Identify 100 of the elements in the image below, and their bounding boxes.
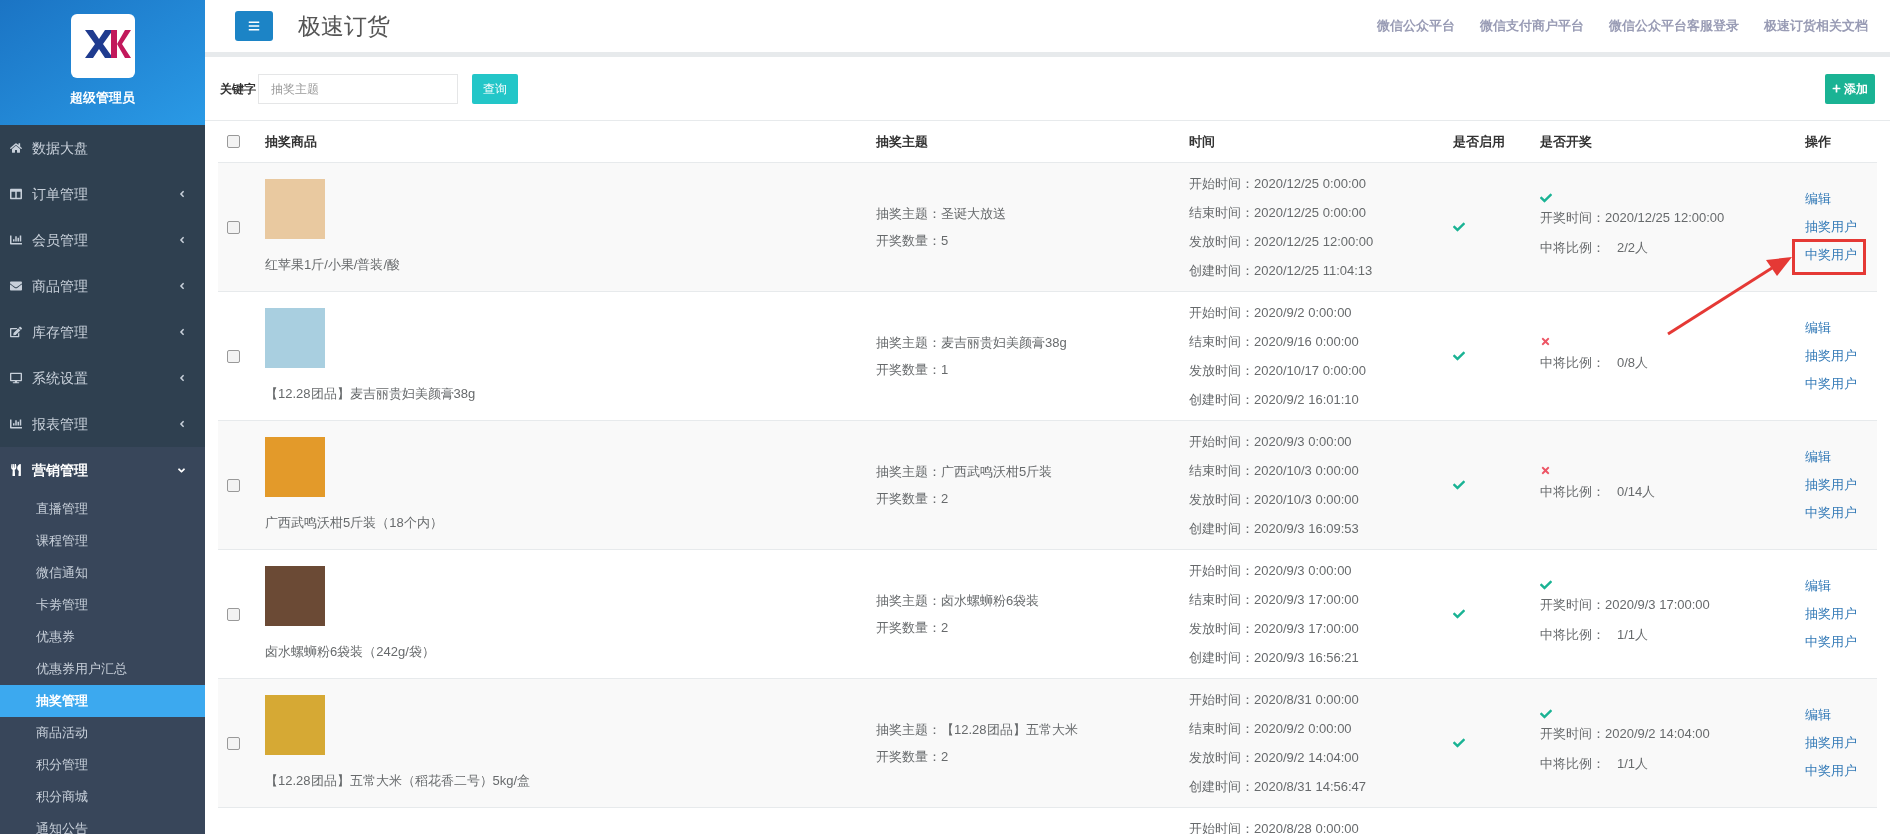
- field-label: 开奖时间：: [1540, 596, 1605, 614]
- sidebar-item[interactable]: 商品管理: [0, 263, 205, 309]
- column-header: 抽奖主题: [875, 132, 929, 151]
- menu-button[interactable]: [235, 11, 273, 41]
- sidebar-item[interactable]: 订单管理: [0, 171, 205, 217]
- header-link[interactable]: 微信支付商户平台: [1480, 16, 1584, 36]
- row-checkbox[interactable]: [227, 349, 240, 363]
- chevron-left-icon: [177, 235, 187, 245]
- time-label: 开始时间：: [1189, 562, 1254, 580]
- submenu-item[interactable]: 优惠券: [0, 621, 205, 653]
- sidebar-label: 库存管理: [32, 322, 89, 342]
- time-value: 2020/8/31 14:56:47: [1254, 778, 1367, 796]
- time-value: 2020/9/3 17:00:00: [1254, 620, 1359, 638]
- submenu-item[interactable]: 抽奖管理: [0, 685, 205, 717]
- draw-time-value: 2020/9/2 14:04:00: [1605, 725, 1710, 743]
- sidebar-item[interactable]: 报表管理: [0, 401, 205, 447]
- time-label: 结束时间：: [1189, 591, 1254, 609]
- time-value: 2020/9/2 0:00:00: [1254, 304, 1352, 322]
- action-link[interactable]: 编辑: [1805, 572, 1831, 600]
- row-checkbox[interactable]: [227, 736, 240, 750]
- ratio-value: 1/1人: [1617, 755, 1649, 773]
- action-link[interactable]: 中奖用户: [1805, 370, 1857, 398]
- time-label: 创建时间：: [1189, 649, 1254, 667]
- time-label: 开始时间：: [1189, 175, 1254, 193]
- select-all-checkbox[interactable]: [227, 135, 240, 148]
- field-label: 开奖时间：: [1540, 725, 1605, 743]
- field-label: 抽奖主题：: [876, 204, 941, 223]
- field-label: 开奖数量：: [876, 619, 941, 637]
- time-value: 2020/9/2 0:00:00: [1254, 720, 1352, 738]
- submenu-item[interactable]: 积分商城: [0, 781, 205, 813]
- submenu-item[interactable]: 商品活动: [0, 717, 205, 749]
- field-label: 中将比例：: [1540, 482, 1605, 501]
- logo-icon: [70, 14, 135, 78]
- submenu-item[interactable]: 卡劵管理: [0, 589, 205, 621]
- time-label: 发放时间：: [1189, 749, 1254, 767]
- time-label: 结束时间：: [1189, 720, 1254, 738]
- time-label: 发放时间：: [1189, 620, 1254, 638]
- action-link[interactable]: 抽奖用户: [1805, 729, 1857, 757]
- theme-value: 卤水螺蛳粉6袋装: [941, 591, 1040, 610]
- sidebar-item[interactable]: 系统设置: [0, 355, 205, 401]
- submenu-item[interactable]: 微信通知: [0, 557, 205, 589]
- action-link[interactable]: 抽奖用户: [1805, 600, 1857, 628]
- submenu-item[interactable]: 直播管理: [0, 493, 205, 525]
- ratio-value: 1/1人: [1617, 626, 1649, 644]
- header-link[interactable]: 极速订货相关文档: [1764, 16, 1868, 36]
- field-label: 开奖数量：: [876, 232, 941, 250]
- action-link[interactable]: 编辑: [1805, 443, 1831, 471]
- action-link[interactable]: 编辑: [1805, 314, 1831, 342]
- menu-icon: [248, 20, 260, 32]
- search-field[interactable]: 抽奖主题: [258, 73, 458, 104]
- action-link[interactable]: 中奖用户: [1805, 499, 1857, 527]
- action-link[interactable]: 抽奖用户: [1805, 471, 1857, 499]
- columns-icon: [10, 188, 22, 200]
- sidebar-item[interactable]: 数据大盘: [0, 125, 205, 171]
- photo-placeholder: [265, 437, 325, 498]
- submenu-item[interactable]: 积分管理: [0, 749, 205, 781]
- monitor-icon: [10, 372, 22, 384]
- column-header: 抽奖商品: [264, 132, 318, 151]
- field-label: 抽奖主题：: [876, 720, 941, 739]
- action-link[interactable]: 编辑: [1805, 701, 1831, 729]
- sidebar-label: 系统设置: [32, 368, 89, 388]
- photo-placeholder: [265, 179, 325, 240]
- sidebar-label: 会员管理: [32, 230, 89, 250]
- header-link[interactable]: 微信公众平台: [1377, 16, 1455, 36]
- count-value: 2: [941, 490, 949, 508]
- action-link[interactable]: 中奖用户: [1805, 241, 1857, 269]
- header-link[interactable]: 微信公众平台客服登录: [1609, 16, 1739, 36]
- submenu-item[interactable]: 优惠券用户汇总: [0, 653, 205, 685]
- sidebar-item[interactable]: 会员管理: [0, 217, 205, 263]
- photo-placeholder: [265, 695, 325, 756]
- time-label: 发放时间：: [1189, 491, 1254, 509]
- sidebar-item[interactable]: 营销管理: [0, 447, 205, 493]
- time-value: 2020/9/3 16:56:21: [1254, 649, 1359, 667]
- submenu-item[interactable]: 课程管理: [0, 525, 205, 557]
- action-link[interactable]: 抽奖用户: [1805, 213, 1857, 241]
- page-title: 极速订货: [298, 11, 390, 41]
- column-header: 是否启用: [1452, 132, 1506, 151]
- time-value: 2020/12/25 12:00:00: [1254, 233, 1374, 251]
- time-value: 2020/9/16 0:00:00: [1254, 333, 1359, 351]
- row-checkbox[interactable]: [227, 478, 240, 492]
- time-label: 发放时间：: [1189, 362, 1254, 380]
- bar-chart-icon: [10, 418, 22, 430]
- plus-icon: [1832, 84, 1841, 93]
- action-link[interactable]: 中奖用户: [1805, 757, 1857, 785]
- row-checkbox[interactable]: [227, 607, 240, 621]
- time-label: 创建时间：: [1189, 262, 1254, 280]
- add-button[interactable]: 添加: [1825, 73, 1875, 104]
- time-value: 2020/12/25 11:04:13: [1254, 262, 1373, 280]
- field-label: 中将比例：: [1540, 353, 1605, 372]
- keyword-label: 关键字: [220, 80, 256, 98]
- theme-value: 圣诞大放送: [941, 204, 1006, 223]
- action-link[interactable]: 抽奖用户: [1805, 342, 1857, 370]
- sidebar-item[interactable]: 库存管理: [0, 309, 205, 355]
- row-checkbox[interactable]: [227, 220, 240, 234]
- action-link[interactable]: 中奖用户: [1805, 628, 1857, 656]
- time-value: 2020/9/3 17:00:00: [1254, 591, 1359, 609]
- product-name: 红苹果1斤/小果/普装/酸: [265, 256, 402, 275]
- field-label: 抽奖主题：: [876, 333, 941, 352]
- action-link[interactable]: 编辑: [1805, 185, 1831, 213]
- time-value: 2020/8/28 0:00:00: [1254, 820, 1359, 834]
